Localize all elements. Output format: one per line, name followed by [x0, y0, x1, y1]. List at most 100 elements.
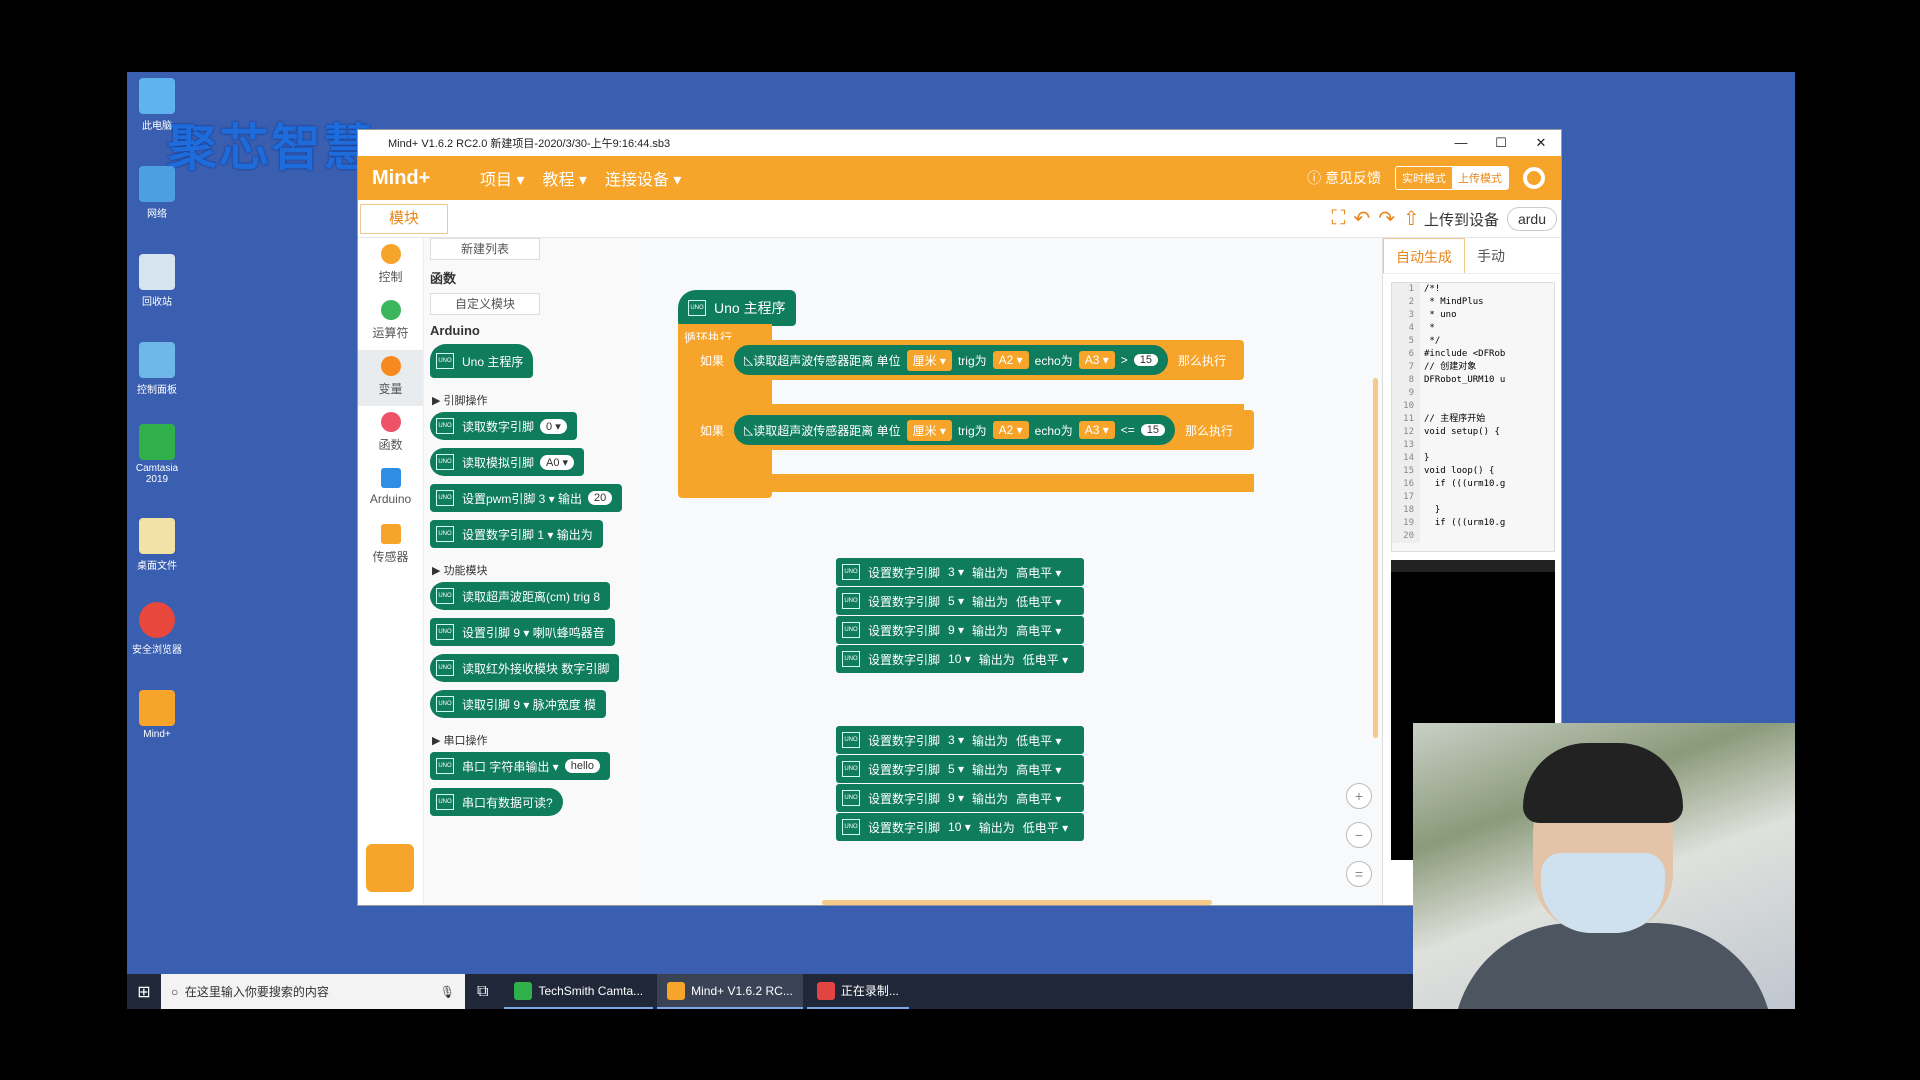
- feedback-button[interactable]: ⓘ 意见反馈: [1307, 168, 1381, 188]
- palette-read-ultrasonic[interactable]: UNO 读取超声波距离(cm) trig 8: [430, 582, 611, 610]
- code-line: 3 * uno: [1392, 309, 1554, 322]
- set-digital-pin-block[interactable]: UNO 设置数字引脚 3 ▾ 输出为 低电平 ▾: [836, 726, 1085, 754]
- undo-icon[interactable]: ↶: [1353, 206, 1370, 231]
- if-block-2[interactable]: 如果 ◺ 读取超声波传感器距离 单位 厘米 ▾ trig为 A2 ▾ echo为…: [688, 410, 1254, 450]
- desktop-icon-computer[interactable]: 此电脑: [127, 78, 187, 132]
- line-number: 18: [1392, 504, 1420, 517]
- desktop-icon-browser[interactable]: 安全浏览器: [127, 602, 187, 656]
- palette-set-pwm-pin[interactable]: UNO 设置pwm引脚 3 ▾ 输出 20: [430, 484, 623, 512]
- line-number: 8: [1392, 374, 1420, 387]
- uno-icon: UNO: [842, 819, 860, 835]
- uno-main-hat-block[interactable]: UNO Uno 主程序: [678, 290, 796, 326]
- desktop-icon-folder[interactable]: 桌面文件: [127, 518, 187, 572]
- set-digital-pin-block[interactable]: UNO 设置数字引脚 10 ▾ 输出为 低电平 ▾: [836, 813, 1085, 841]
- uno-icon: UNO: [688, 300, 706, 316]
- category-operators[interactable]: 运算符: [358, 294, 423, 350]
- upload-mode-button[interactable]: 上传模式: [1452, 167, 1508, 189]
- chip-icon: [380, 468, 401, 488]
- palette-serial-available[interactable]: UNO 串口有数据可读?: [430, 788, 563, 816]
- palette-read-digital-pin[interactable]: UNO 读取数字引脚 0 ▾: [430, 412, 577, 440]
- line-number: 1: [1392, 283, 1420, 296]
- microphone-icon[interactable]: 🎙: [440, 985, 455, 999]
- menubar: Mind+ 项目 ▾ 教程 ▾ 连接设备 ▾ ⓘ 意见反馈 实时模式 上传模式: [358, 156, 1561, 200]
- palette-set-buzzer[interactable]: UNO 设置引脚 9 ▾ 喇叭蜂鸣器音: [430, 618, 615, 646]
- set-digital-pin-block[interactable]: UNO 设置数字引脚 3 ▾ 输出为 高电平 ▾: [836, 558, 1085, 586]
- code-line: 16 if (((urm10.g: [1392, 478, 1554, 491]
- task-view-icon[interactable]: ⧉: [465, 983, 500, 1001]
- zoom-out-button[interactable]: −: [1346, 822, 1372, 848]
- taskbar-app-camtasia[interactable]: TechSmith Camta...: [504, 974, 654, 1009]
- network-icon: [139, 166, 175, 202]
- line-number: 15: [1392, 465, 1420, 478]
- windows-start-icon[interactable]: ⊞: [127, 982, 161, 1002]
- ultrasonic-condition-1[interactable]: ◺ 读取超声波传感器距离 单位 厘米 ▾ trig为 A2 ▾ echo为 A3…: [734, 345, 1169, 375]
- code-editor[interactable]: 1/*! 2 * MindPlus 3 * uno 4 * 5 */6 #include …: [1391, 282, 1555, 552]
- code-line: 17: [1392, 491, 1554, 504]
- category-arduino[interactable]: Arduino: [358, 462, 423, 518]
- category-variables[interactable]: 变量: [358, 350, 423, 406]
- desktop-icon-network[interactable]: 网络: [127, 166, 187, 220]
- block-workspace[interactable]: UNO Uno 主程序 循环执行 如果 ◺ 读取超声波传感器距离 单位 厘米 ▾ …: [642, 238, 1382, 905]
- taskbar-app-recording[interactable]: 正在录制...: [806, 974, 909, 1009]
- category-sidebar: 控制 运算符 变量 函数 Arduino 传感器: [358, 238, 424, 905]
- palette-read-analog-pin[interactable]: UNO 读取模拟引脚 A0 ▾: [430, 448, 585, 476]
- workspace-vertical-scrollbar[interactable]: [1373, 378, 1378, 738]
- custom-block-button[interactable]: 自定义模块: [430, 293, 540, 315]
- mindplus-logo: Mind+: [372, 166, 431, 189]
- device-selector[interactable]: ardu: [1506, 206, 1557, 231]
- desktop-icon-recycle-bin[interactable]: 回收站: [127, 254, 187, 308]
- line-number: 10: [1392, 400, 1420, 413]
- set-digital-pin-block[interactable]: UNO 设置数字引脚 9 ▾ 输出为 高电平 ▾: [836, 784, 1085, 812]
- taskbar-search-box[interactable]: ○ 在这里输入你要搜索的内容 🎙: [161, 974, 465, 1009]
- palette-serial-print[interactable]: UNO 串口 字符串输出 ▾ hello: [430, 752, 610, 780]
- set-digital-pin-block[interactable]: UNO 设置数字引脚 5 ▾ 输出为 高电平 ▾: [836, 755, 1085, 783]
- webcam-overlay: [1413, 723, 1795, 1009]
- palette-read-pulse[interactable]: UNO 读取引脚 9 ▾ 脉冲宽度 模: [430, 690, 607, 718]
- code-line: 13: [1392, 439, 1554, 452]
- uno-icon: UNO: [842, 651, 860, 667]
- close-button[interactable]: ✕: [1521, 135, 1561, 151]
- category-functions[interactable]: 函数: [358, 406, 423, 462]
- category-control[interactable]: 控制: [358, 238, 423, 294]
- ultrasonic-condition-2[interactable]: ◺ 读取超声波传感器距离 单位 厘米 ▾ trig为 A2 ▾ echo为 A3…: [734, 415, 1176, 445]
- crop-icon[interactable]: ⛶: [1331, 207, 1345, 230]
- minimize-button[interactable]: —: [1441, 135, 1481, 151]
- block-stack-2[interactable]: UNO 设置数字引脚 3 ▾ 输出为 低电平 ▾ UNO 设置数字引脚 5 ▾ 输出为 高电平 …: [836, 726, 1085, 842]
- zoom-reset-button[interactable]: =: [1346, 861, 1372, 887]
- zoom-in-button[interactable]: +: [1346, 783, 1372, 809]
- menu-connect-device[interactable]: 连接设备 ▾: [605, 166, 681, 190]
- category-sensors[interactable]: 传感器: [358, 518, 423, 574]
- tab-blocks[interactable]: 模块: [360, 203, 448, 234]
- live-mode-button[interactable]: 实时模式: [1396, 167, 1452, 189]
- recycle-bin-icon: [139, 254, 175, 290]
- palette-uno-main-block[interactable]: UNO Uno 主程序: [430, 344, 534, 378]
- menu-project[interactable]: 项目 ▾: [480, 166, 524, 190]
- person-hair: [1523, 743, 1683, 823]
- code-line: 12 void setup() {: [1392, 426, 1554, 439]
- palette-read-ir[interactable]: UNO 读取红外接收模块 数字引脚: [430, 654, 620, 682]
- new-list-button[interactable]: 新建列表: [430, 238, 540, 260]
- if-block-1[interactable]: 如果 ◺ 读取超声波传感器距离 单位 厘米 ▾ trig为 A2 ▾ echo为…: [688, 340, 1244, 380]
- maximize-button[interactable]: ☐: [1481, 135, 1521, 151]
- desktop-icon-control-panel[interactable]: 控制面板: [127, 342, 187, 396]
- uno-icon: UNO: [436, 588, 454, 604]
- menu-tutorial[interactable]: 教程 ▾: [542, 166, 586, 190]
- desktop-icon-mindplus[interactable]: Mind+: [127, 690, 187, 740]
- set-digital-pin-block[interactable]: UNO 设置数字引脚 5 ▾ 输出为 低电平 ▾: [836, 587, 1085, 615]
- code-line: 7 // 创建对象: [1392, 361, 1554, 374]
- set-digital-pin-block[interactable]: UNO 设置数字引脚 9 ▾ 输出为 高电平 ▾: [836, 616, 1085, 644]
- set-digital-pin-block[interactable]: UNO 设置数字引脚 10 ▾ 输出为 低电平 ▾: [836, 645, 1085, 673]
- block-stack-1[interactable]: UNO 设置数字引脚 3 ▾ 输出为 高电平 ▾ UNO 设置数字引脚 5 ▾ 输出为 低电平 …: [836, 558, 1085, 674]
- if-block-2-body: [688, 450, 704, 474]
- tab-auto-generate[interactable]: 自动生成: [1383, 238, 1465, 273]
- tab-manual[interactable]: 手动: [1465, 238, 1517, 273]
- taskbar-app-mindplus[interactable]: Mind+ V1.6.2 RC...: [657, 974, 803, 1009]
- desktop-icon-camtasia[interactable]: Camtasia 2019: [127, 424, 187, 485]
- code-text: * MindPlus: [1424, 297, 1484, 307]
- upload-to-device-button[interactable]: ⇧ 上传到设备: [1403, 206, 1499, 231]
- gear-icon[interactable]: [1523, 167, 1545, 189]
- palette-set-digital-pin[interactable]: UNO 设置数字引脚 1 ▾ 输出为: [430, 520, 603, 548]
- workspace-horizontal-scrollbar[interactable]: [822, 900, 1212, 905]
- extensions-button[interactable]: [366, 844, 414, 892]
- redo-icon[interactable]: ↷: [1378, 206, 1395, 231]
